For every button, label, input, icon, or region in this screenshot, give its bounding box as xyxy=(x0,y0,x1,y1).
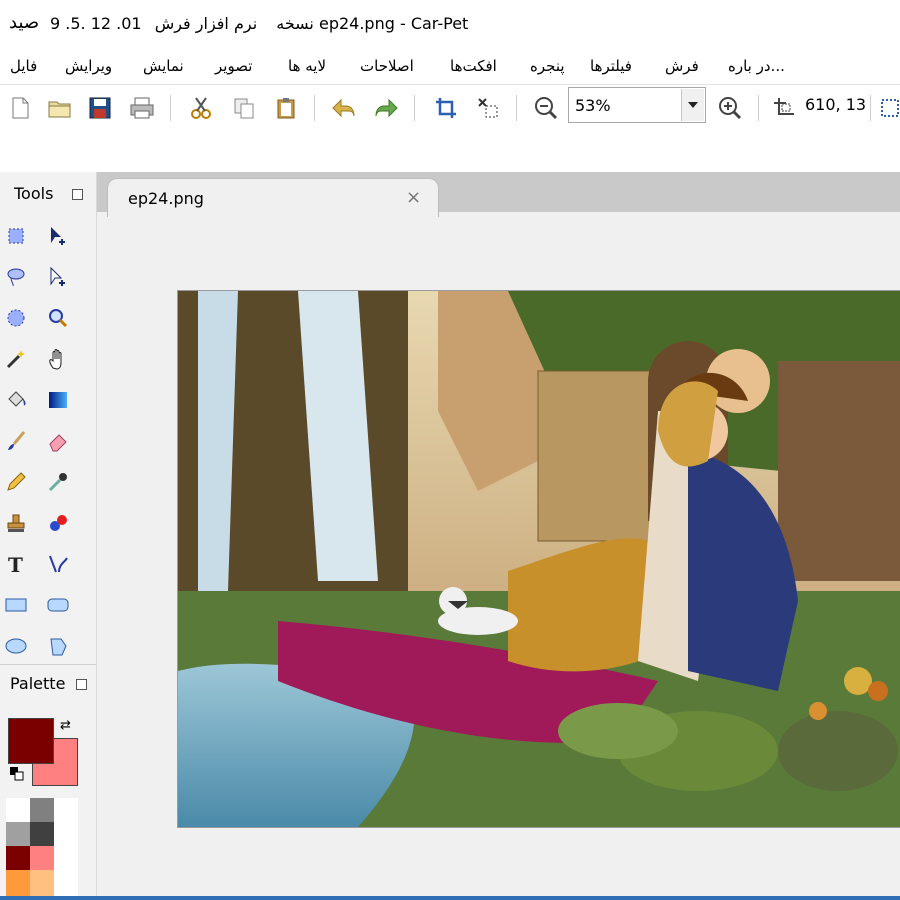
version-word: نسخه xyxy=(276,14,314,33)
zoom-tool-icon[interactable] xyxy=(44,304,72,332)
rectangle-select-icon[interactable] xyxy=(2,222,30,250)
menu-carpet[interactable]: فرش xyxy=(665,57,699,75)
rectangle-icon[interactable] xyxy=(2,591,30,619)
redo-icon[interactable] xyxy=(372,94,400,122)
freeform-shape-icon[interactable] xyxy=(44,632,72,660)
palette-swatch[interactable] xyxy=(54,846,78,870)
palette-swatch[interactable] xyxy=(6,798,30,822)
print-icon[interactable] xyxy=(128,94,156,122)
menu-about[interactable]: در باره... xyxy=(728,57,785,75)
version-label: 9 .5. 12 .01 xyxy=(50,14,142,33)
palette-swatch[interactable] xyxy=(54,822,78,846)
palette-swatch[interactable] xyxy=(54,798,78,822)
swap-colors-icon[interactable]: ⇄ xyxy=(60,718,71,733)
save-icon[interactable] xyxy=(86,94,114,122)
clone-stamp-icon[interactable] xyxy=(2,509,30,537)
document-tab[interactable]: ep24.png × xyxy=(107,178,439,217)
palette-pin-icon[interactable] xyxy=(76,679,87,690)
ellipse-icon[interactable] xyxy=(2,632,30,660)
gradient-icon[interactable] xyxy=(44,386,72,414)
paste-icon[interactable] xyxy=(272,94,300,122)
title-bar: ﺻﯿﺪ 9 .5. 12 .01 نسخه نرم افزار فرش ep24… xyxy=(0,0,900,48)
palette-swatch[interactable] xyxy=(6,846,30,870)
palette-swatch[interactable] xyxy=(30,822,54,846)
undo-icon[interactable] xyxy=(330,94,358,122)
document-workspace: ep24.png × xyxy=(97,172,900,900)
crop-icon[interactable] xyxy=(432,94,460,122)
menu-filters[interactable]: فیلترها xyxy=(590,57,632,75)
palette-swatch[interactable] xyxy=(30,846,54,870)
zoom-value: 53% xyxy=(575,96,611,115)
menu-file[interactable]: فایل xyxy=(10,57,37,75)
carpet-artwork xyxy=(178,291,900,827)
palette-swatch[interactable] xyxy=(54,870,78,898)
cursor-position-icon xyxy=(770,94,798,122)
ellipse-select-icon[interactable] xyxy=(2,304,30,332)
palette-swatch[interactable] xyxy=(30,870,54,898)
grid-icon[interactable] xyxy=(876,94,900,122)
open-folder-icon[interactable] xyxy=(46,94,74,122)
tools-panel-title: Tools xyxy=(14,184,54,203)
palette-swatches xyxy=(6,798,78,898)
new-file-icon[interactable] xyxy=(6,94,34,122)
palette-swatch[interactable] xyxy=(6,822,30,846)
paintbrush-icon[interactable] xyxy=(2,427,30,455)
color-picker-icon[interactable] xyxy=(44,468,72,496)
move-selected-icon[interactable] xyxy=(44,263,72,291)
palette-swatch[interactable] xyxy=(30,798,54,822)
text-tool-icon[interactable]: T xyxy=(2,550,30,578)
menu-window[interactable]: پنجره xyxy=(530,57,565,75)
palette-swatch[interactable] xyxy=(6,870,30,898)
window-bottom-border xyxy=(0,896,900,900)
zoom-out-icon[interactable] xyxy=(532,94,560,122)
lasso-select-icon[interactable] xyxy=(2,263,30,291)
left-dock: Tools T Palette ⇄ xyxy=(0,172,97,900)
magic-wand-icon[interactable] xyxy=(2,345,30,373)
close-icon[interactable]: × xyxy=(406,187,421,208)
app-logo-icon: ﺻﯿﺪ xyxy=(9,12,40,33)
line-curve-icon[interactable] xyxy=(44,550,72,578)
tools-pin-icon[interactable] xyxy=(72,189,83,200)
recolor-icon[interactable] xyxy=(44,509,72,537)
menu-layers[interactable]: لایه ها xyxy=(288,57,326,75)
deselect-icon[interactable] xyxy=(474,94,502,122)
pan-hand-icon[interactable] xyxy=(44,345,72,373)
window-title: 9 .5. 12 .01 نسخه نرم افزار فرش ep24.png… xyxy=(50,14,468,33)
copy-icon[interactable] xyxy=(230,94,258,122)
rounded-rectangle-icon[interactable] xyxy=(44,591,72,619)
menu-effects[interactable]: افکت‌ها xyxy=(450,57,497,75)
cut-icon[interactable] xyxy=(187,94,215,122)
menu-adjust[interactable]: اصلاحات xyxy=(360,57,414,75)
move-selection-icon[interactable] xyxy=(44,222,72,250)
menu-image[interactable]: تصویر xyxy=(215,57,252,75)
pencil-icon[interactable] xyxy=(2,468,30,496)
reset-colors-icon[interactable] xyxy=(10,766,24,781)
document-tab-label: ep24.png xyxy=(128,189,204,208)
menu-edit[interactable]: ویرایش xyxy=(65,57,112,75)
primary-color-swatch[interactable] xyxy=(8,718,54,764)
zoom-in-icon[interactable] xyxy=(716,94,744,122)
cursor-coordinates: 610, 13 xyxy=(805,95,867,114)
eraser-icon[interactable] xyxy=(44,427,72,455)
menu-view[interactable]: نمایش xyxy=(143,57,184,75)
chevron-down-icon[interactable] xyxy=(681,89,704,121)
menu-bar: فایل ویرایش نمایش تصویر لایه ها اصلاحات … xyxy=(0,52,900,82)
toolbar xyxy=(0,84,900,131)
svg-text:T: T xyxy=(8,553,23,575)
paint-bucket-icon[interactable] xyxy=(2,386,30,414)
palette-panel-title: Palette xyxy=(10,674,66,693)
image-canvas[interactable] xyxy=(177,290,900,828)
zoom-combobox[interactable]: 53% xyxy=(568,87,706,123)
